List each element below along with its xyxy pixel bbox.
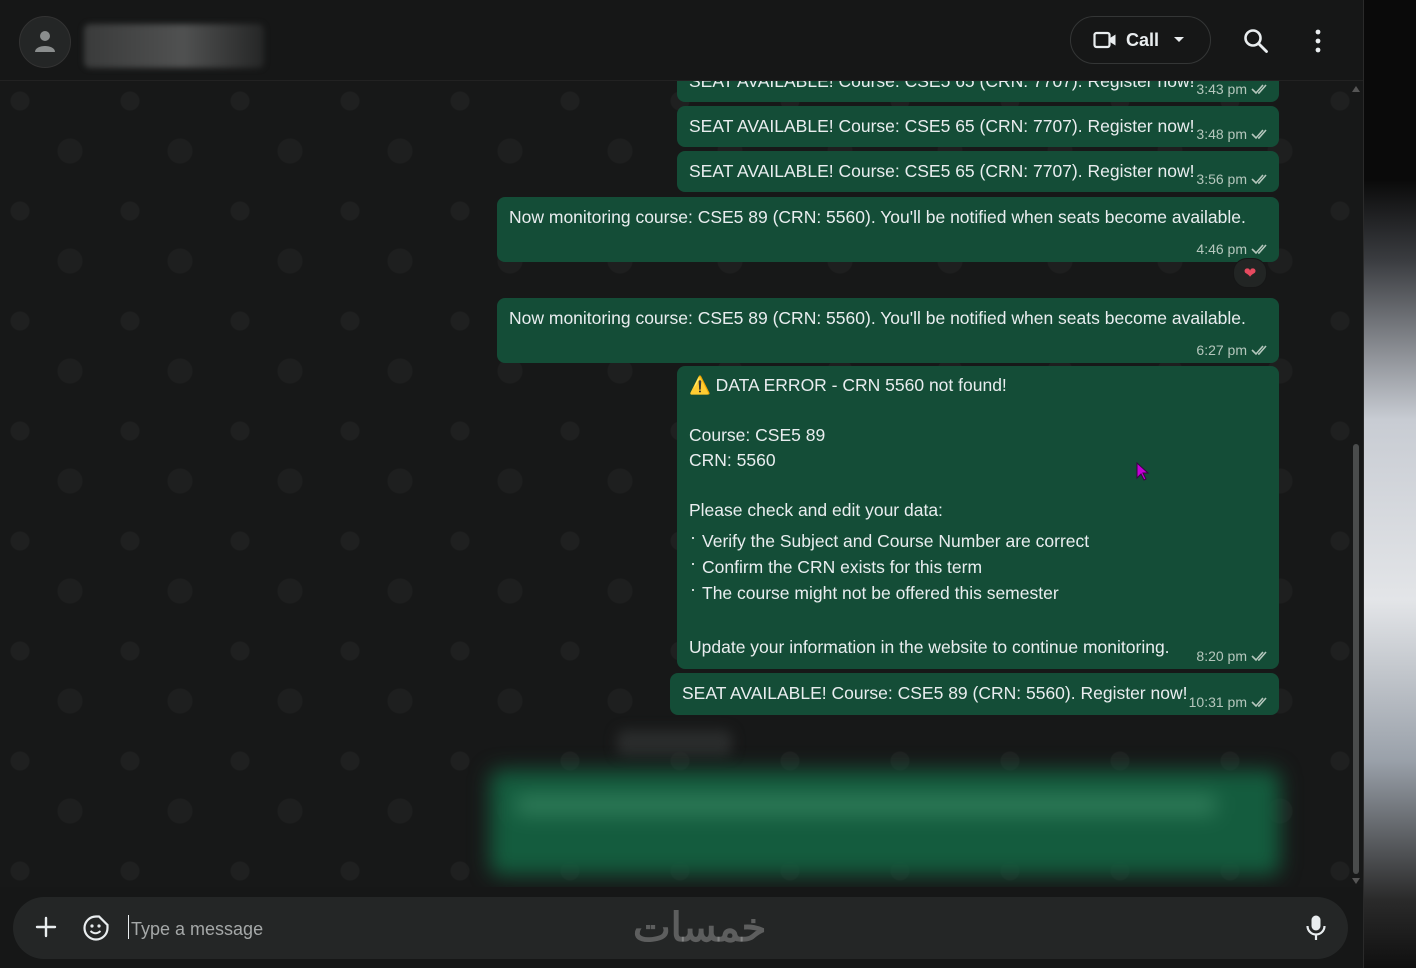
error-bullet: Verify the Subject and Course Number are…	[690, 527, 1089, 552]
call-label: Call	[1126, 29, 1160, 50]
message-time: 3:43 pm	[1196, 81, 1247, 97]
composer: خمسات	[13, 897, 1348, 959]
mouse-cursor-icon	[1136, 462, 1150, 481]
video-icon	[1093, 31, 1116, 49]
message-time: 3:56 pm	[1196, 171, 1247, 187]
message-meta: 3:48 pm	[1196, 126, 1271, 142]
message-bubble[interactable]: SEAT AVAILABLE! Course: CSE5 65 (CRN: 77…	[677, 151, 1279, 192]
read-ticks-icon	[1251, 345, 1267, 356]
more-vertical-icon[interactable]	[1310, 29, 1326, 53]
scroll-up-arrow-icon[interactable]	[1352, 86, 1360, 92]
read-ticks-icon	[1251, 174, 1267, 185]
message-meta: 6:27 pm	[1196, 342, 1271, 358]
message-time: 8:20 pm	[1196, 648, 1247, 664]
avatar[interactable]	[19, 16, 71, 68]
message-meta: 8:20 pm	[1196, 648, 1271, 664]
search-icon[interactable]	[1243, 28, 1269, 54]
chat-header: Call	[0, 0, 1363, 81]
read-ticks-icon	[1251, 697, 1267, 708]
read-ticks-icon	[1251, 129, 1267, 140]
plus-icon[interactable]	[35, 916, 57, 938]
message-meta: 4:46 pm	[1196, 241, 1271, 257]
sticker-emoji-icon[interactable]	[82, 914, 110, 942]
person-icon	[35, 31, 55, 52]
message-meta: 3:56 pm	[1196, 171, 1271, 187]
blurred-date-chip	[617, 730, 732, 756]
contact-name-blurred[interactable]	[84, 24, 264, 68]
call-button[interactable]: Call	[1070, 16, 1211, 64]
error-course: Course: CSE5 89	[689, 425, 826, 445]
watermark-logo: خمسات	[633, 906, 767, 950]
photo-detail	[1364, 610, 1416, 640]
read-ticks-icon	[1251, 651, 1267, 662]
message-text: SEAT AVAILABLE! Course: CSE5 89 (CRN: 55…	[682, 683, 1188, 703]
read-ticks-icon	[1251, 244, 1267, 255]
message-time: 3:48 pm	[1196, 126, 1247, 142]
message-meta: 10:31 pm	[1189, 694, 1271, 710]
error-footer: Update your information in the website t…	[689, 637, 1170, 657]
error-title: ⚠️ DATA ERROR - CRN 5560 not found!	[689, 375, 1007, 395]
message-meta: 3:43 pm	[1196, 81, 1271, 97]
chevron-down-icon	[1174, 37, 1185, 42]
error-prompt: Please check and edit your data:	[689, 500, 943, 520]
message-time: 6:27 pm	[1196, 342, 1247, 358]
microphone-icon[interactable]	[1305, 914, 1327, 942]
error-bullet: The course might not be offered this sem…	[690, 579, 1059, 604]
message-text: SEAT AVAILABLE! Course: CSE5 65 (CRN: 77…	[689, 116, 1195, 136]
message-input[interactable]	[129, 913, 1033, 945]
scroll-down-arrow-icon[interactable]	[1352, 878, 1360, 884]
chat-scrollbar[interactable]	[1350, 82, 1362, 888]
message-text: Now monitoring course: CSE5 89 (CRN: 556…	[509, 207, 1246, 227]
message-bubble[interactable]: Now monitoring course: CSE5 89 (CRN: 556…	[497, 197, 1279, 262]
error-bullet: Confirm the CRN exists for this term	[690, 553, 982, 578]
background-photo	[1364, 0, 1416, 968]
message-text: SEAT AVAILABLE! Course: CSE5 65 (CRN: 77…	[689, 161, 1195, 181]
message-bubble[interactable]: SEAT AVAILABLE! Course: CSE5 65 (CRN: 77…	[677, 106, 1279, 147]
composer-bar: خمسات	[0, 887, 1363, 968]
read-ticks-icon	[1251, 84, 1267, 95]
message-text: Now monitoring course: CSE5 89 (CRN: 556…	[509, 308, 1246, 328]
error-message-bubble[interactable]: ⚠️ DATA ERROR - CRN 5560 not found! Cour…	[677, 366, 1279, 669]
blurred-message-bubble	[490, 770, 1280, 875]
chat-window: SEAT AVAILABLE! Course: CSE5 65 (CRN: 77…	[0, 0, 1364, 968]
error-crn: CRN: 5560	[689, 450, 776, 470]
scroll-thumb[interactable]	[1353, 444, 1359, 874]
message-bubble[interactable]: SEAT AVAILABLE! Course: CSE5 89 (CRN: 55…	[670, 673, 1279, 715]
message-bubble[interactable]: Now monitoring course: CSE5 89 (CRN: 556…	[497, 298, 1279, 363]
message-time: 10:31 pm	[1188, 694, 1247, 710]
message-time: 4:46 pm	[1196, 241, 1247, 257]
heart-reaction-icon[interactable]: ❤	[1233, 258, 1267, 288]
